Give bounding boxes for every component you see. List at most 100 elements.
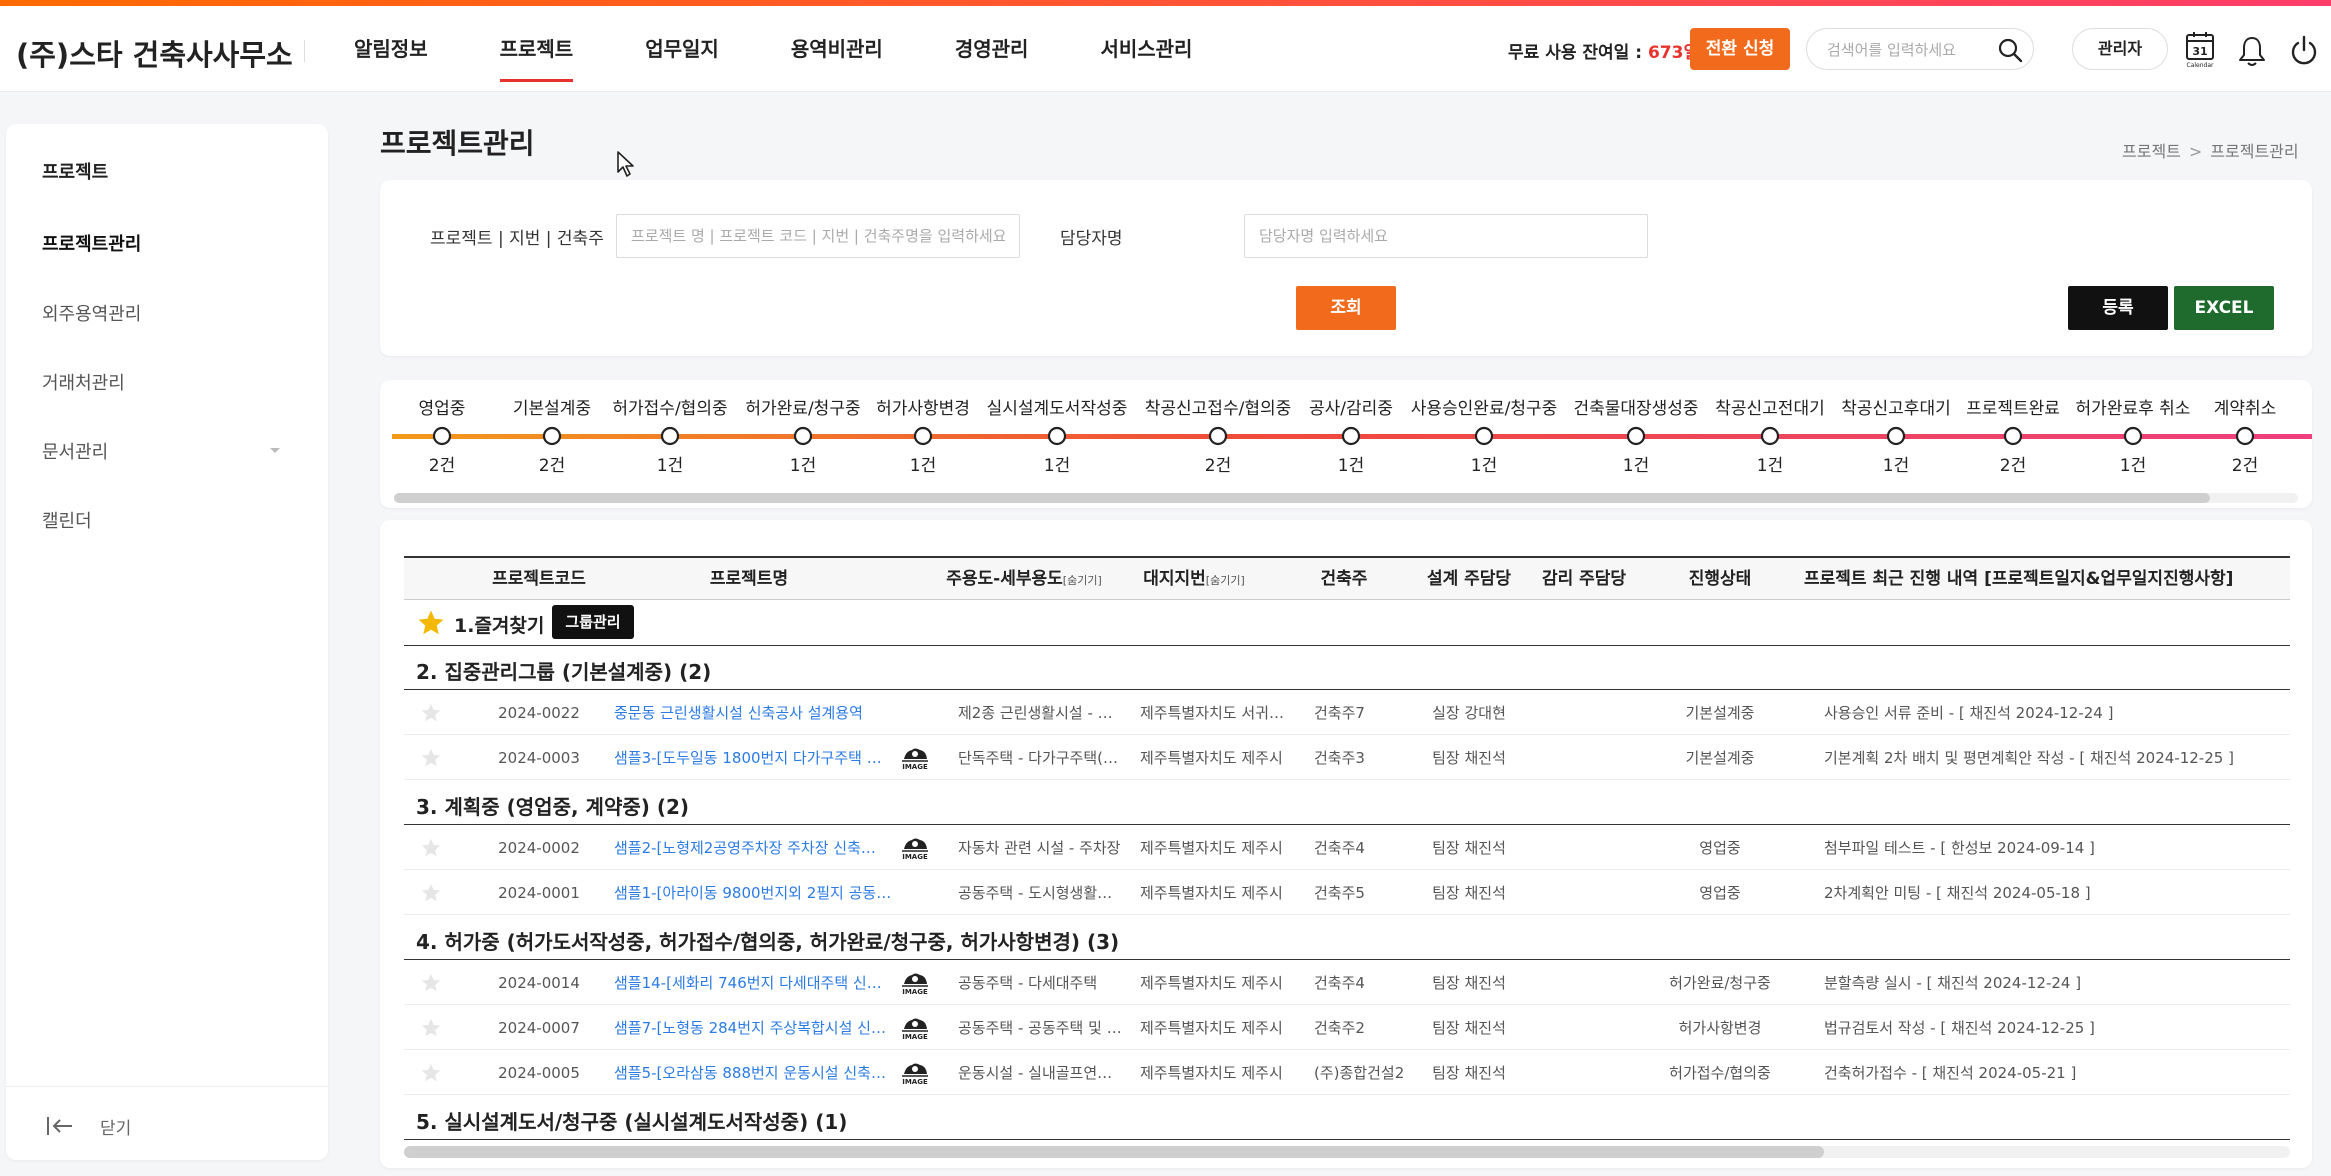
table-row[interactable]: 2024-0005 샘플5-[오라삼동 888번지 운동시설 신축공사] 운동시설 …	[404, 1051, 2290, 1095]
favorite-star-icon[interactable]	[420, 882, 442, 904]
image-attachment-icon[interactable]: IMAGE	[900, 745, 930, 773]
favorite-star-icon[interactable]	[420, 702, 442, 724]
table-scrollbar-thumb[interactable]	[404, 1146, 1824, 1158]
status-step-count[interactable]: 1건	[1471, 456, 1497, 476]
nav-item[interactable]: 프로젝트	[499, 6, 573, 92]
cell-code: 2024-0007	[498, 1019, 580, 1037]
status-step-node[interactable]	[1047, 426, 1067, 446]
cell-project-name[interactable]: 샘플2-[노형제2공영주차장 주차장 신축공사]	[614, 826, 886, 870]
nav-item[interactable]: 용역비관리	[791, 6, 883, 92]
status-step-count[interactable]: 1건	[1883, 456, 1909, 476]
calendar-icon[interactable]: 31 Calendar	[2184, 30, 2216, 70]
excel-button[interactable]: EXCEL	[2174, 286, 2274, 330]
status-step-node[interactable]	[913, 426, 933, 446]
image-attachment-icon[interactable]: IMAGE	[900, 835, 930, 863]
status-step-count[interactable]: 2건	[429, 456, 455, 476]
usage-hide-toggle[interactable]: [숨기기]	[1063, 574, 1102, 587]
search-icon[interactable]	[1997, 37, 2023, 63]
sidebar-item-project-management[interactable]: 프로젝트관리	[42, 230, 141, 256]
status-step-node[interactable]	[2235, 426, 2255, 446]
status-step-count[interactable]: 1건	[1623, 456, 1649, 476]
status-step-node[interactable]	[793, 426, 813, 446]
chevron-down-icon[interactable]	[268, 446, 282, 456]
group-header[interactable]: 4. 허가중 (허가도서작성중, 허가접수/협의중, 허가완료/청구중, 허가사…	[404, 916, 2290, 960]
cell-project-name[interactable]: 샘플7-[노형동 284번지 주상복합시설 신축공사]	[614, 1006, 886, 1050]
breadcrumb-item[interactable]: 프로젝트	[2122, 142, 2181, 161]
status-step-count[interactable]: 1건	[910, 456, 936, 476]
status-step-count[interactable]: 2건	[1205, 456, 1231, 476]
register-button[interactable]: 등록	[2068, 286, 2168, 330]
favorite-star-icon[interactable]	[420, 1062, 442, 1084]
power-icon[interactable]	[2288, 34, 2320, 68]
status-step-label: 사용승인완료/청구중	[1411, 399, 1558, 419]
cell-code: 2024-0005	[498, 1064, 580, 1082]
cell-project-name[interactable]: 중문동 근린생활시설 신축공사 설계용역	[614, 691, 894, 735]
table-row[interactable]: 2024-0001 샘플1-[아라이동 9800번지외 2필지 공동주택 신축공사…	[404, 871, 2290, 915]
status-step-count[interactable]: 1건	[1338, 456, 1364, 476]
favorite-star-icon[interactable]	[420, 972, 442, 994]
group-header[interactable]: 2. 집중관리그룹 (기본설계중) (2)	[404, 646, 2290, 690]
status-step-count[interactable]: 1건	[2120, 456, 2146, 476]
table-row[interactable]: 2024-0007 샘플7-[노형동 284번지 주상복합시설 신축공사] 공동주택…	[404, 1006, 2290, 1050]
table-row[interactable]: 2024-0014 샘플14-[세화리 746번지 다세대주택 신축공사] 공동주택…	[404, 961, 2290, 1005]
status-flow-panel: 영업중 2건 기본설계중 2건 허가접수/협의중 1건 허가완료/청구중 1건 허가사항변경 1건…	[380, 380, 2312, 508]
nav-item[interactable]: 경영관리	[955, 6, 1029, 92]
status-step-node[interactable]	[2123, 426, 2143, 446]
switch-plan-button[interactable]: 전환 신청	[1690, 28, 1790, 70]
status-step-node[interactable]	[542, 426, 562, 446]
manager-input[interactable]	[1244, 214, 1648, 258]
table-row[interactable]: 2024-0022 중문동 근린생활시설 신축공사 설계용역 제2종 근린생활시설 …	[404, 691, 2290, 735]
status-step-count[interactable]: 1건	[790, 456, 816, 476]
status-step-node[interactable]	[1626, 426, 1646, 446]
cell-design-manager: 팀장 채진석	[1432, 1019, 1506, 1037]
nav-item[interactable]: 서비스관리	[1100, 6, 1192, 92]
status-step-node[interactable]	[2003, 426, 2023, 446]
status-step-count[interactable]: 1건	[1044, 456, 1070, 476]
table-row[interactable]: 2024-0002 샘플2-[노형제2공영주차장 주차장 신축공사] 자동차 관련 …	[404, 826, 2290, 870]
sidebar-item-calendar[interactable]: 캘린더	[42, 507, 92, 533]
status-step-label: 허가접수/협의중	[612, 399, 727, 419]
cell-project-name[interactable]: 샘플3-[도두일동 1800번지 다가구주택 신축공사]	[614, 736, 886, 780]
sidebar-item-documents[interactable]: 문서관리	[42, 438, 108, 464]
status-step-node[interactable]	[1886, 426, 1906, 446]
status-step-node[interactable]	[1760, 426, 1780, 446]
admin-button[interactable]: 관리자	[2072, 28, 2168, 70]
sidebar-collapse-button[interactable]: 닫기	[46, 1106, 131, 1146]
company-logo[interactable]: (주)스타 건축사사무소	[16, 32, 293, 74]
status-step-count[interactable]: 1건	[657, 456, 683, 476]
bell-icon[interactable]	[2236, 34, 2268, 68]
nav-item[interactable]: 알림정보	[354, 6, 428, 92]
favorite-star-icon[interactable]	[420, 747, 442, 769]
global-search-input[interactable]	[1827, 38, 1987, 62]
status-step-node[interactable]	[660, 426, 680, 446]
favorite-star-icon[interactable]	[420, 1017, 442, 1039]
image-attachment-icon[interactable]: IMAGE	[900, 1015, 930, 1043]
nav-item[interactable]: 업무일지	[645, 6, 719, 92]
status-step-node[interactable]	[432, 426, 452, 446]
group-header[interactable]: 5. 실시설계도서/청구중 (실시설계도서작성중) (1)	[404, 1096, 2290, 1140]
cell-owner: 건축주5	[1314, 884, 1365, 902]
project-search-input[interactable]	[616, 214, 1020, 258]
cell-project-name[interactable]: 샘플14-[세화리 746번지 다세대주택 신축공사]	[614, 961, 886, 1005]
status-step-count[interactable]: 2건	[539, 456, 565, 476]
status-scrollbar-thumb[interactable]	[394, 493, 2210, 503]
status-step-count[interactable]: 1건	[1757, 456, 1783, 476]
cell-owner: 건축주7	[1314, 704, 1365, 722]
status-step-node[interactable]	[1341, 426, 1361, 446]
image-attachment-icon[interactable]: IMAGE	[900, 1060, 930, 1088]
group-header[interactable]: 3. 계획중 (영업중, 계약중) (2)	[404, 781, 2290, 825]
cell-project-name[interactable]: 샘플1-[아라이동 9800번지외 2필지 공동주택 신축공사]	[614, 871, 894, 915]
favorite-star-icon[interactable]	[420, 837, 442, 859]
status-step-node[interactable]	[1208, 426, 1228, 446]
cell-project-name[interactable]: 샘플5-[오라삼동 888번지 운동시설 신축공사]	[614, 1051, 886, 1095]
sidebar-item-outsourcing[interactable]: 외주용역관리	[42, 300, 141, 326]
status-step-node[interactable]	[1474, 426, 1494, 446]
lot-hide-toggle[interactable]: [숨기기]	[1206, 574, 1245, 587]
sidebar-item-clients[interactable]: 거래처관리	[42, 369, 125, 395]
group-manage-button[interactable]: 그룹관리	[552, 605, 634, 639]
search-button[interactable]: 조회	[1296, 286, 1396, 330]
status-step-count[interactable]: 2건	[2000, 456, 2026, 476]
status-step-count[interactable]: 2건	[2232, 456, 2258, 476]
image-attachment-icon[interactable]: IMAGE	[900, 970, 930, 998]
table-row[interactable]: 2024-0003 샘플3-[도두일동 1800번지 다가구주택 신축공사] 단독주…	[404, 736, 2290, 780]
